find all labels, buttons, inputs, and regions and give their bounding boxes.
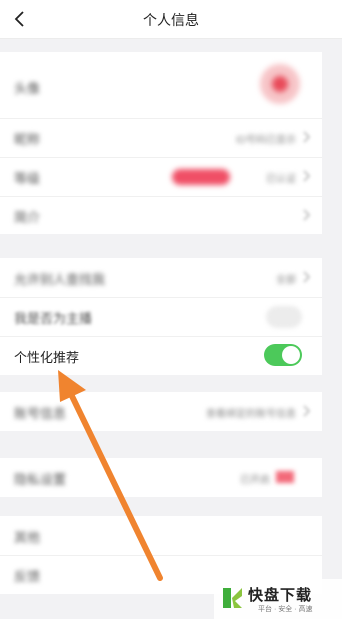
brand-logo-icon (223, 588, 242, 608)
annotation-arrow (58, 370, 163, 581)
watermark: 快盘下载 平台 · 安全 · 高速 (214, 579, 342, 619)
brand-tagline: 平台 · 安全 · 高速 (258, 606, 313, 613)
brand-name: 快盘下载 (248, 587, 313, 604)
